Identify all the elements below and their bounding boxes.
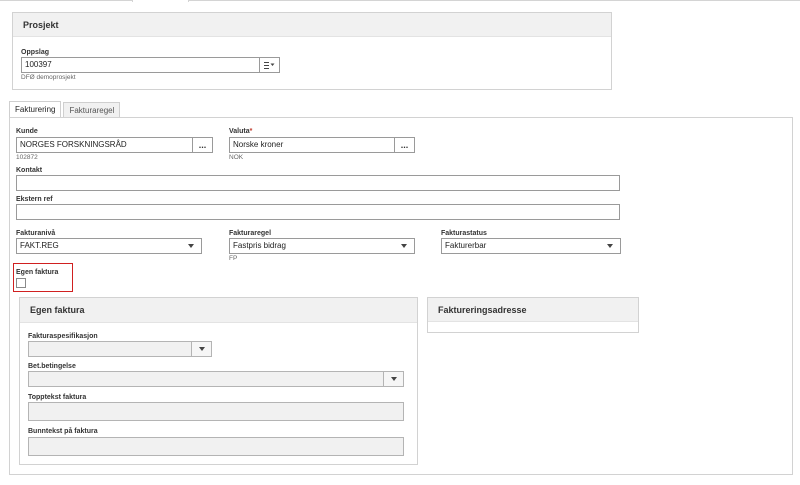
valuta-value[interactable]: Norske kroner — [230, 138, 394, 152]
required-marker: * — [249, 128, 253, 135]
fakturaregel-label: Fakturaregel — [229, 230, 272, 237]
fakturastatus-select[interactable]: Fakturerbar — [441, 238, 621, 254]
kontakt-value[interactable] — [17, 176, 619, 190]
topptekst-field[interactable] — [28, 402, 404, 421]
top-tab-strip — [0, 0, 800, 2]
tab-fakturaregel[interactable]: Fakturaregel — [63, 102, 121, 118]
kunde-label: Kunde — [16, 128, 38, 135]
egen-faktura-title: Egen faktura — [30, 305, 85, 315]
kontakt-field[interactable] — [16, 175, 620, 191]
egen-faktura-checkbox[interactable] — [16, 278, 26, 288]
egen-faktura-panel: Egen faktura Fakturaspesifikasjon Bet.be… — [19, 297, 418, 465]
chevron-down-icon[interactable] — [600, 239, 620, 253]
ekstern-ref-label: Ekstern ref — [16, 196, 53, 203]
ekstern-ref-value[interactable] — [17, 205, 619, 219]
chevron-down-icon[interactable] — [181, 239, 201, 253]
prosjekt-title: Prosjekt — [23, 19, 59, 30]
fakturaspesifikasjon-value[interactable] — [29, 342, 191, 356]
kunde-field[interactable]: NORGES FORSKNINGSRÅD ... — [16, 137, 213, 153]
bet-betingelse-label: Bet.betingelse — [28, 363, 76, 370]
valuta-ellipsis-icon[interactable]: ... — [394, 138, 414, 152]
bunntekst-field[interactable] — [28, 437, 404, 456]
chevron-down-icon[interactable] — [191, 342, 211, 356]
oppslag-value[interactable]: 100397 — [22, 58, 259, 72]
topptekst-value[interactable] — [29, 403, 403, 420]
egen-faktura-label: Egen faktura — [16, 269, 59, 276]
prosjekt-panel-header: Prosjekt — [13, 13, 611, 37]
fakturaregel-code: FP — [229, 255, 238, 262]
list-dropdown-icon[interactable] — [259, 58, 279, 72]
oppslag-description: DFØ demoprosjekt — [21, 74, 76, 81]
valuta-label: Valuta* — [229, 128, 253, 135]
faktureringsadresse-panel-header: Faktureringsadresse — [428, 298, 638, 322]
chevron-down-icon[interactable] — [394, 239, 414, 253]
ekstern-ref-field[interactable] — [16, 204, 620, 220]
fakturaniva-select[interactable]: FAKT.REG — [16, 238, 202, 254]
kontakt-label: Kontakt — [16, 167, 43, 174]
tab-fakturering[interactable]: Fakturering — [9, 101, 62, 118]
prosjekt-panel: Prosjekt Oppslag 100397 DFØ demoprosjekt — [12, 12, 612, 90]
fakturaniva-value[interactable]: FAKT.REG — [17, 239, 181, 253]
oppslag-field[interactable]: 100397 — [21, 57, 280, 73]
faktureringsadresse-title: Faktureringsadresse — [438, 304, 527, 315]
egen-faktura-panel-header: Egen faktura — [20, 298, 417, 323]
faktureringsadresse-panel: Faktureringsadresse — [427, 297, 639, 333]
valuta-field[interactable]: Norske kroner ... — [229, 137, 415, 153]
fakturaspesifikasjon-label: Fakturaspesifikasjon — [28, 333, 98, 340]
chevron-down-icon[interactable] — [383, 372, 403, 386]
fakturering-tab-panel: Kunde NORGES FORSKNINGSRÅD ... 102872 Va… — [9, 117, 793, 475]
kunde-id: 102872 — [16, 154, 38, 161]
bet-betingelse-select[interactable] — [28, 371, 404, 387]
fakturastatus-value[interactable]: Fakturerbar — [442, 239, 600, 253]
oppslag-label: Oppslag — [21, 49, 50, 56]
kunde-value[interactable]: NORGES FORSKNINGSRÅD — [17, 138, 192, 152]
kunde-ellipsis-icon[interactable]: ... — [192, 138, 212, 152]
topptekst-label: Topptekst faktura — [28, 394, 87, 401]
fakturaregel-select[interactable]: Fastpris bidrag — [229, 238, 415, 254]
fakturaspesifikasjon-select[interactable] — [28, 341, 212, 357]
bet-betingelse-value[interactable] — [29, 372, 383, 386]
bunntekst-label: Bunntekst på faktura — [28, 428, 98, 435]
bunntekst-value[interactable] — [29, 438, 403, 455]
fakturastatus-label: Fakturastatus — [441, 230, 487, 237]
valuta-code: NOK — [229, 154, 244, 161]
fakturaregel-value[interactable]: Fastpris bidrag — [230, 239, 394, 253]
billing-tabs: Fakturering Fakturaregel — [9, 101, 122, 118]
fakturaniva-label: Fakturanivå — [16, 230, 56, 237]
